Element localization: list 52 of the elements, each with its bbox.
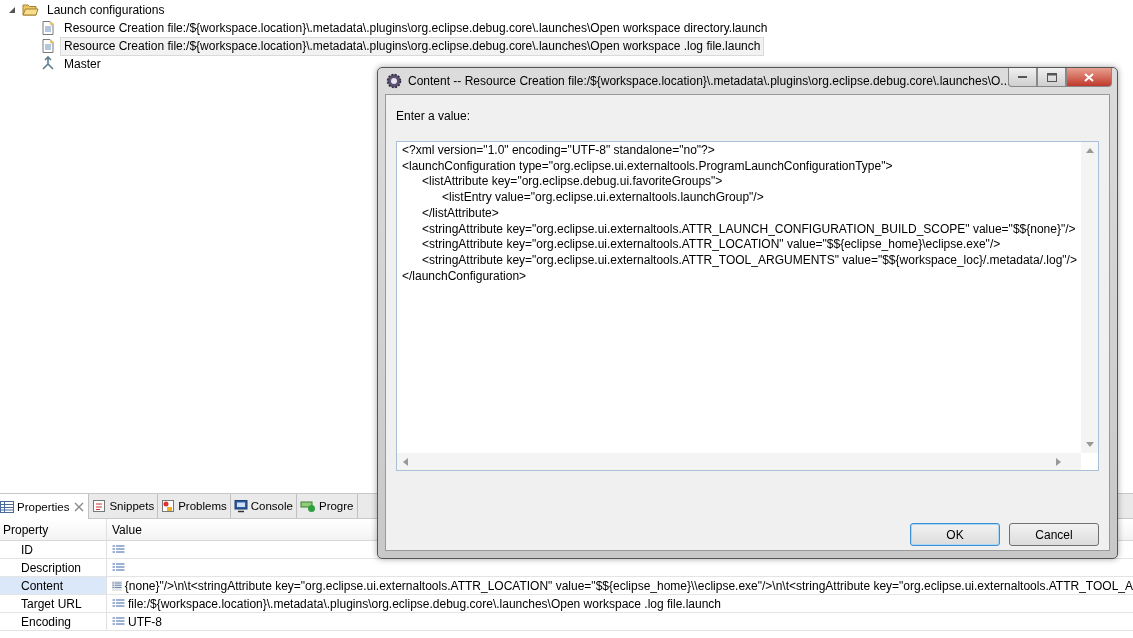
- prompt-label: Enter a value:: [396, 109, 472, 125]
- property-name[interactable]: Encoding: [0, 613, 107, 630]
- text-lines-icon: [112, 544, 125, 555]
- property-name[interactable]: Content: [0, 577, 107, 594]
- snippet-list-icon: [92, 499, 107, 513]
- collapse-triangle-icon[interactable]: [8, 6, 16, 14]
- maximize-button[interactable]: [1037, 68, 1066, 87]
- view-tab[interactable]: Console: [230, 494, 297, 518]
- gear-icon: [386, 73, 402, 89]
- document-icon: [40, 20, 56, 36]
- text-lines-icon: [112, 616, 125, 627]
- view-tab[interactable]: Properties: [0, 494, 90, 519]
- property-name[interactable]: Description: [0, 559, 107, 576]
- document-icon: [40, 38, 56, 54]
- branching-arrows-icon: [40, 56, 56, 72]
- progress-icon: [299, 499, 316, 513]
- text-lines-icon: [112, 562, 125, 573]
- folder-icon: [22, 3, 39, 17]
- tree-item[interactable]: Resource Creation file:/${workspace.location}\.metadata\.plugins\org.eclipse.debug.core\.launches\Open workspace .log file.launch: [60, 36, 765, 56]
- scroll-right-arrow-icon[interactable]: [1056, 457, 1061, 466]
- view-tab[interactable]: Problems: [158, 494, 231, 518]
- view-tab[interactable]: Progre: [296, 494, 358, 518]
- column-header[interactable]: Property: [0, 519, 107, 540]
- text-lines-icon: [112, 580, 122, 591]
- close-icon: [1084, 72, 1094, 82]
- warning-list-icon: [161, 499, 176, 513]
- view-tab[interactable]: Snippets: [89, 494, 159, 518]
- maximize-icon: [1046, 72, 1057, 82]
- monitor-icon: [233, 499, 248, 513]
- close-button[interactable]: [1066, 68, 1112, 87]
- tree-item[interactable]: Master: [60, 54, 105, 74]
- property-value: UTF-8: [128, 614, 162, 629]
- dialog-button[interactable]: OK: [910, 523, 1000, 546]
- table-icon: [0, 500, 14, 513]
- horizontal-scrollbar[interactable]: [397, 453, 1081, 470]
- scroll-left-arrow-icon[interactable]: [403, 457, 408, 466]
- property-value: {none}"/>\n\t<stringAttribute key="org.eclipse.ui.externaltools.ATTR_LOCATION" value="$${eclipse_home}\\eclipse.exe"/>\n\t<stringAttribute key="org.eclipse.ui.externaltools.ATTR_TOOL_A: [124, 578, 1133, 593]
- minimize-button[interactable]: [1008, 68, 1037, 87]
- property-value: file:/${workspace.location}\.metadata\.plugins\org.eclipse.debug.core\.launches\Open workspace .log file.launch: [128, 596, 722, 611]
- tree-item[interactable]: Resource Creation file:/${workspace.location}\.metadata\.plugins\org.eclipse.debug.core\.launches\Open workspace directory.launch: [60, 18, 772, 38]
- minimize-icon: [1017, 75, 1028, 79]
- property-name[interactable]: ID: [0, 541, 107, 558]
- property-name[interactable]: Target URL: [0, 595, 107, 612]
- vertical-scrollbar[interactable]: [1081, 142, 1098, 453]
- close-icon[interactable]: [74, 501, 85, 512]
- text-lines-icon: [112, 598, 125, 609]
- scroll-down-arrow-icon[interactable]: [1085, 442, 1094, 447]
- scroll-up-arrow-icon[interactable]: [1085, 148, 1094, 153]
- dialog-button[interactable]: Cancel: [1009, 523, 1099, 546]
- tree-item[interactable]: Launch configurations: [43, 0, 169, 20]
- value-text-area[interactable]: <?xml version="1.0" encoding="UTF-8" standalone="no"?> <launchConfiguration type="org.eclipse.ui.externaltools.ProgramLaunchConfigurationType"> <listAttribute key="org.eclipse.debug.ui.favoriteGroups"> <listEntry value="org.eclipse.ui.externaltools.launchGroup"/> </listAttribute> <stringAttribute key="org.eclipse.ui.externaltools.ATTR_LAUNCH_CONFIGURATION_BUILD_SCOPE" value="$${none}"/> <stringAttribute key="org.eclipse.ui.externaltools.ATTR_LOCATION" value="$${eclipse_home}\eclipse.exe"/> <stringAttribute key="org.eclipse.ui.externaltools.ATTR_TOOL_ARGUMENTS" value="$${workspace_loc}/.metadata/.log"/> </launchConfiguration>: [396, 141, 1099, 471]
- window-title: Content -- Resource Creation file:/${workspace.location}\.metadata\.plugins\org.eclipse.debug.core\.launches\O...: [408, 74, 1011, 88]
